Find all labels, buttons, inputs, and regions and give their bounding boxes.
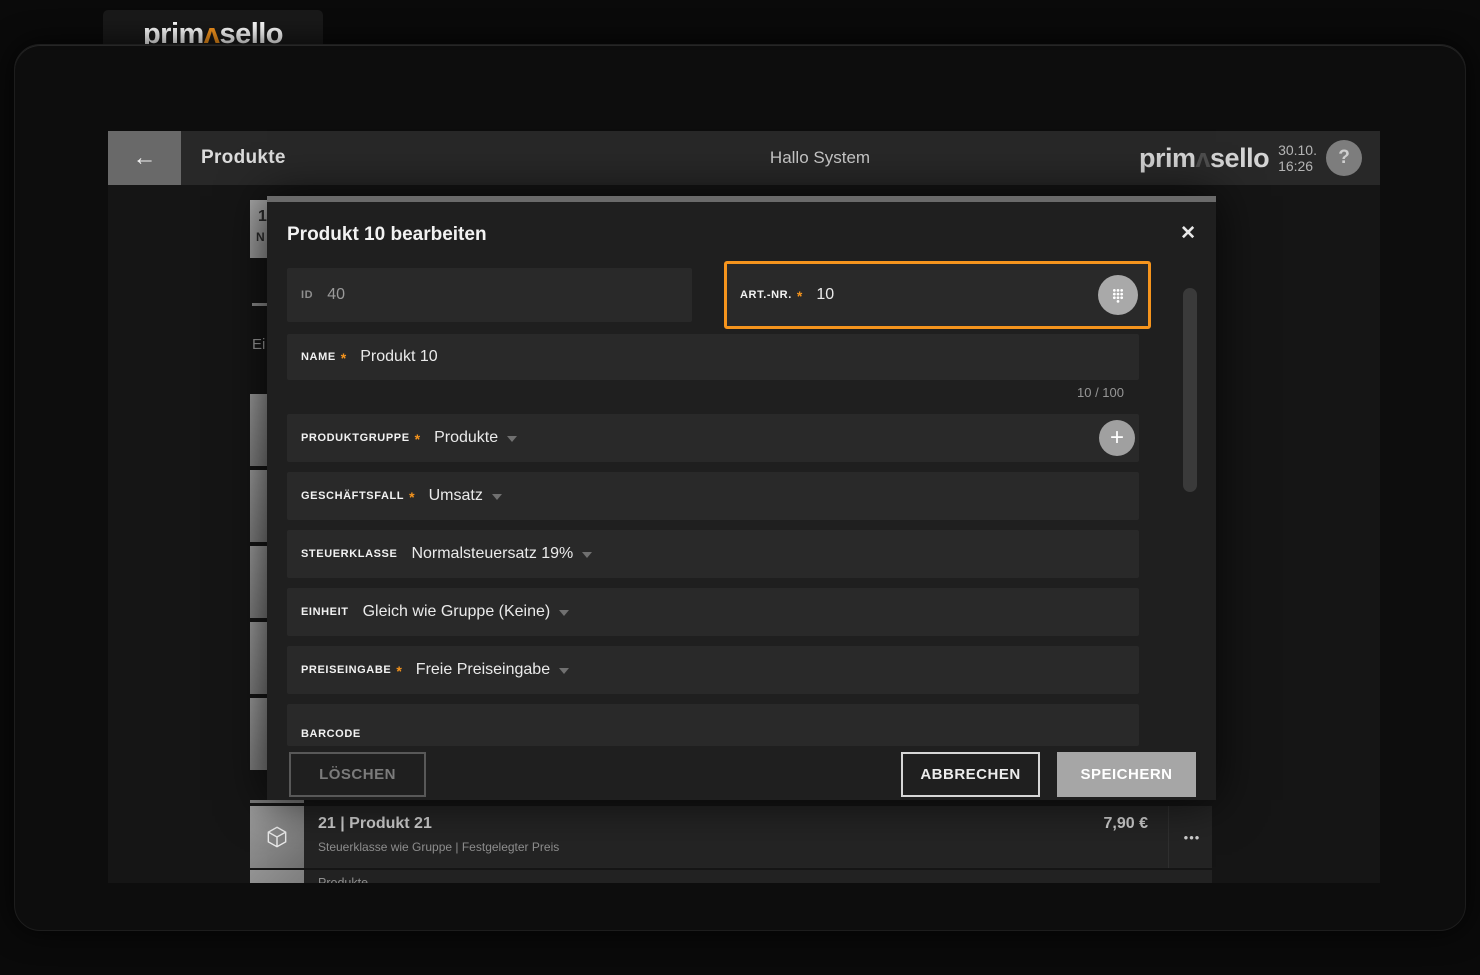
partial-row-text: 1	[258, 208, 267, 226]
row-divider	[1168, 806, 1169, 868]
einheit-value: Gleich wie Gruppe (Keine)	[363, 603, 551, 621]
geschaeftsfall-select[interactable]: GESCHÄFTSFALL * Umsatz	[287, 472, 1139, 520]
greeting-text: Hallo System	[600, 131, 1040, 185]
product-row-price: 7,90 €	[1040, 815, 1148, 833]
close-button[interactable]: ✕	[1180, 222, 1196, 245]
ellipsis-icon: •••	[1184, 830, 1201, 845]
artnr-label: ART.-NR.	[740, 289, 792, 301]
id-field: ID 40	[287, 268, 692, 322]
add-group-button[interactable]: +	[1099, 420, 1135, 456]
cancel-button[interactable]: ABBRECHEN	[901, 752, 1040, 797]
logo-text-prim: prim	[1139, 143, 1196, 173]
chevron-down-icon	[559, 610, 569, 616]
product-row-title: 21 | Produkt 21	[318, 815, 432, 833]
numpad-button[interactable]	[1098, 275, 1138, 315]
modal-scrollbar-thumb[interactable]	[1183, 288, 1197, 492]
logo-caret-icon: ʌ	[1196, 143, 1211, 173]
id-label: ID	[301, 289, 313, 301]
required-asterisk: *	[396, 663, 401, 679]
close-icon: ✕	[1180, 223, 1196, 244]
required-asterisk: *	[341, 350, 346, 366]
preiseingabe-select[interactable]: PREISEINGABE * Freie Preiseingabe	[287, 646, 1139, 694]
geschaeftsfall-label: GESCHÄFTSFALL	[301, 490, 404, 502]
name-value: Produkt 10	[360, 348, 437, 366]
name-char-counter: 10 / 100	[1077, 385, 1124, 400]
required-asterisk: *	[797, 288, 802, 304]
produktgruppe-value: Produkte	[434, 429, 498, 447]
product-row-21[interactable]: 21 | Produkt 21 Steuerklasse wie Gruppe …	[250, 806, 1212, 868]
geschaeftsfall-value: Umsatz	[429, 487, 483, 505]
einheit-label: EINHEIT	[301, 606, 349, 618]
product-row-subtitle: Steuerklasse wie Gruppe | Festgelegter P…	[318, 840, 559, 854]
delete-button[interactable]: LÖSCHEN	[289, 752, 426, 797]
id-value: 40	[327, 286, 345, 304]
row-menu-button[interactable]: •••	[1172, 808, 1212, 866]
date-text: 30.10.	[1278, 142, 1317, 158]
artnr-field[interactable]: ART.-NR. * 10	[724, 261, 1151, 329]
partial-label: Ei	[252, 336, 265, 353]
partial-row-text: N	[256, 230, 265, 244]
screen: primʌsello ← Produkte Hallo System primʌ…	[0, 0, 1480, 975]
chevron-down-icon	[559, 668, 569, 674]
product-tile	[250, 806, 304, 868]
back-button[interactable]: ←	[108, 131, 181, 185]
produktgruppe-label: PRODUKTGRUPPE	[301, 432, 410, 444]
page-title: Produkte	[201, 131, 286, 185]
help-button[interactable]: ?	[1326, 140, 1362, 176]
back-arrow-icon: ←	[133, 144, 157, 172]
einheit-select[interactable]: EINHEIT Gleich wie Gruppe (Keine)	[287, 588, 1139, 636]
modal-title: Produkt 10 bearbeiten	[287, 224, 487, 246]
divider-partial	[252, 303, 268, 306]
chevron-down-icon	[507, 436, 517, 442]
datetime-display: 30.10. 16:26	[1278, 142, 1317, 174]
group-row-label: Produkte	[318, 876, 368, 883]
primasello-logo-header: primʌsello	[1139, 143, 1269, 174]
row-edge-partial	[250, 800, 304, 803]
chevron-down-icon	[492, 494, 502, 500]
dialpad-icon	[1107, 284, 1129, 306]
app-header: ← Produkte Hallo System primʌsello 30.10…	[108, 131, 1380, 185]
plus-icon: +	[1110, 424, 1124, 452]
required-asterisk: *	[409, 489, 414, 505]
time-text: 16:26	[1278, 158, 1317, 174]
steuerklasse-label: STEUERKLASSE	[301, 548, 397, 560]
preiseingabe-value: Freie Preiseingabe	[416, 661, 550, 679]
name-label: NAME	[301, 351, 336, 363]
barcode-field[interactable]: BARCODE	[287, 704, 1139, 746]
cube-icon	[264, 824, 290, 850]
required-asterisk: *	[415, 431, 420, 447]
artnr-value: 10	[816, 286, 834, 304]
name-field[interactable]: NAME * Produkt 10	[287, 334, 1139, 380]
header-right-cluster: primʌsello 30.10. 16:26 ?	[1139, 131, 1362, 185]
question-mark-icon: ?	[1338, 147, 1350, 169]
steuerklasse-select[interactable]: STEUERKLASSE Normalsteuersatz 19%	[287, 530, 1139, 578]
group-tile	[250, 870, 304, 883]
chevron-down-icon	[582, 552, 592, 558]
logo-text-sello: sello	[1210, 143, 1269, 173]
group-row-produkte[interactable]: Produkte	[250, 870, 1212, 883]
steuerklasse-value: Normalsteuersatz 19%	[411, 545, 573, 563]
save-button[interactable]: SPEICHERN	[1057, 752, 1196, 797]
produktgruppe-select[interactable]: PRODUKTGRUPPE * Produkte	[287, 414, 1139, 462]
preiseingabe-label: PREISEINGABE	[301, 664, 391, 676]
edit-product-modal: Produkt 10 bearbeiten ✕ ID 40 ART.-NR. *…	[267, 196, 1216, 800]
barcode-label: BARCODE	[301, 728, 361, 740]
